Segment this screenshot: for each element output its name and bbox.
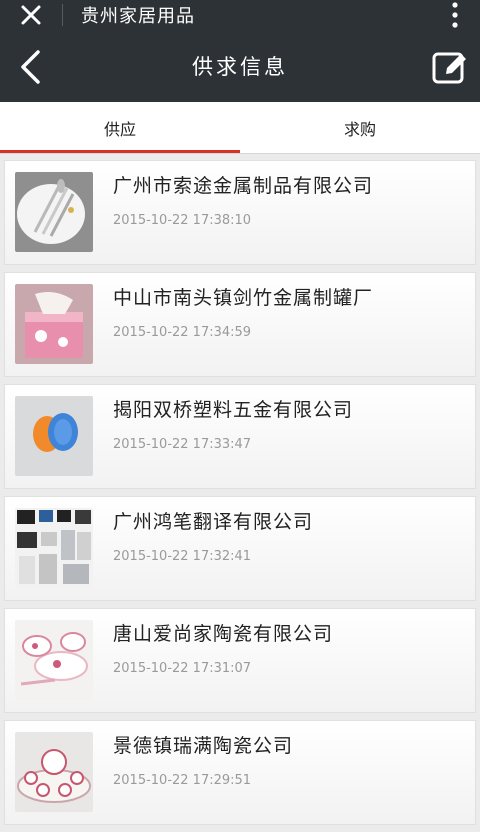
plastic-cups-image-icon <box>15 396 93 476</box>
company-name: 揭阳双桥塑料五金有限公司 <box>113 399 354 421</box>
list-item[interactable]: 广州市索途金属制品有限公司 2015-10-22 17:38:10 <box>4 160 476 265</box>
ceramic-set-image-icon <box>15 620 93 700</box>
post-time: 2015-10-22 17:34:59 <box>113 325 252 340</box>
back-button[interactable] <box>14 48 48 86</box>
company-name: 广州市索途金属制品有限公司 <box>113 175 374 197</box>
product-thumbnail <box>15 172 93 252</box>
list-item[interactable]: 中山市南头镇剑竹金属制罐厂 2015-10-22 17:34:59 <box>4 272 476 377</box>
list-item[interactable]: 揭阳双桥塑料五金有限公司 2015-10-22 17:33:47 <box>4 384 476 489</box>
post-time: 2015-10-22 17:33:47 <box>113 437 252 452</box>
divider <box>62 4 63 26</box>
company-name: 景德镇瑞满陶瓷公司 <box>113 735 294 757</box>
tab-purchase-label: 求购 <box>343 119 376 139</box>
app-top-bar: 贵州家居用品 <box>0 0 480 30</box>
cutlery-image-icon <box>15 172 93 252</box>
post-time: 2015-10-22 17:38:10 <box>113 213 252 228</box>
list-item[interactable]: 广州鸿笔翻译有限公司 2015-10-22 17:32:41 <box>4 496 476 601</box>
close-button[interactable] <box>0 0 62 30</box>
edit-icon <box>432 52 466 84</box>
list-item[interactable]: 景德镇瑞满陶瓷公司 2015-10-22 17:29:51 <box>4 720 476 825</box>
company-name: 广州鸿笔翻译有限公司 <box>113 511 314 533</box>
tea-set-image-icon <box>15 732 93 812</box>
edit-button[interactable] <box>432 50 468 86</box>
product-thumbnail <box>15 396 93 476</box>
product-thumbnail <box>15 732 93 812</box>
tab-supply[interactable]: 供应 <box>0 102 240 153</box>
post-time: 2015-10-22 17:31:07 <box>113 661 252 676</box>
tab-bar: 供应 求购 <box>0 102 480 154</box>
chevron-left-icon <box>21 50 40 84</box>
page-title: 供求信息 <box>192 55 288 79</box>
product-thumbnail <box>15 620 93 700</box>
tin-box-image-icon <box>15 284 93 364</box>
company-name: 唐山爱尚家陶瓷有限公司 <box>113 623 334 645</box>
product-thumbnail <box>15 284 93 364</box>
tab-purchase[interactable]: 求购 <box>240 102 480 153</box>
post-time: 2015-10-22 17:32:41 <box>113 549 252 564</box>
electronics-image-icon <box>15 508 93 588</box>
app-title: 贵州家居用品 <box>81 6 195 27</box>
close-icon <box>21 5 41 25</box>
company-name: 中山市南头镇剑竹金属制罐厂 <box>113 287 374 309</box>
more-menu-button[interactable] <box>452 2 458 28</box>
supply-list: 广州市索途金属制品有限公司 2015-10-22 17:38:10 中山市南头镇… <box>0 160 480 832</box>
nav-bar: 供求信息 <box>0 30 480 102</box>
product-thumbnail <box>15 508 93 588</box>
list-item[interactable]: 唐山爱尚家陶瓷有限公司 2015-10-22 17:31:07 <box>4 608 476 713</box>
more-vertical-icon <box>452 2 458 28</box>
tab-supply-label: 供应 <box>103 119 136 139</box>
post-time: 2015-10-22 17:29:51 <box>113 773 252 788</box>
